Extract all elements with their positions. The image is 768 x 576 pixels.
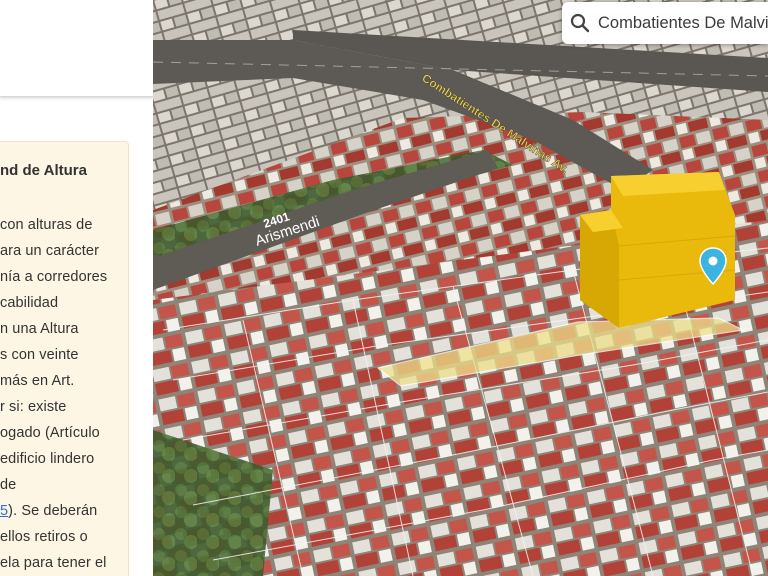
info-line: de	[0, 477, 17, 493]
info-line: más en Art.	[0, 373, 75, 389]
info-line: nía a corredores	[0, 269, 108, 285]
info-line-with-link: 5). Se deberán	[0, 498, 150, 524]
map-search-box[interactable]	[562, 2, 768, 44]
info-card-text: con alturas de ara un carácter nía a cor…	[0, 212, 150, 576]
info-line: s con veinte	[0, 347, 79, 363]
search-icon[interactable]	[562, 2, 598, 44]
info-line: ellos retiros o	[0, 529, 88, 545]
info-line: edificio lindero	[0, 451, 95, 467]
info-line: con alturas de	[0, 217, 93, 233]
info-line: r si: existe	[0, 399, 67, 415]
panel-header	[0, 0, 153, 97]
info-line: ara un carácter	[0, 243, 100, 259]
info-line: cabilidad	[0, 295, 59, 311]
article-link[interactable]: 5	[0, 503, 8, 519]
map-canvas[interactable]: Combatientes De Malvinas Av. 2401 Arisme…	[153, 0, 768, 576]
info-line: ogado (Artículo	[0, 425, 100, 441]
side-panel: nd de Altura con alturas de ara un carác…	[0, 0, 153, 576]
info-card-title: nd de Altura	[0, 162, 87, 179]
info-line-rest: ). Se deberán	[8, 503, 98, 519]
info-line: ela para tener el	[0, 555, 107, 571]
search-input[interactable]	[598, 13, 768, 33]
aerial-map[interactable]: Combatientes De Malvinas Av. 2401 Arisme…	[153, 0, 768, 576]
info-line: n una Altura	[0, 321, 79, 337]
